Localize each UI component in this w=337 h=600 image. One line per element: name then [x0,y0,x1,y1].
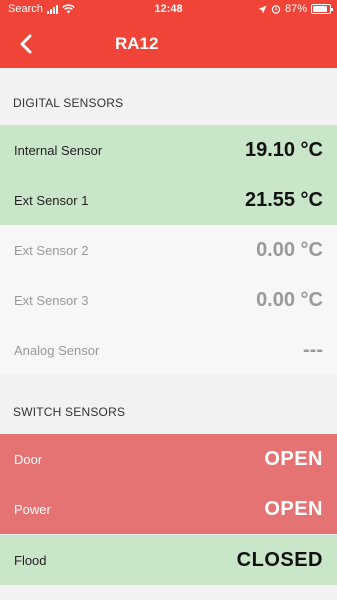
section-header-switch-sensors: SWITCH SENSORS [0,377,337,433]
page-title: RA12 [115,34,159,53]
status-bar: Search 12:48 87% [0,0,337,18]
back-button[interactable] [12,30,40,58]
section-title: SWITCH SENSORS [13,405,126,419]
switch-row-flood[interactable]: Flood CLOSED [0,535,337,585]
sensor-value: 0.00 °C [256,288,323,311]
sensor-label: Internal Sensor [14,142,103,158]
switch-state: CLOSED [236,548,323,571]
section-header-digital-sensors: DIGITAL SENSORS [0,68,337,124]
switch-state: OPEN [264,447,323,470]
sensor-label: Ext Sensor 3 [14,292,89,308]
status-right: 87% [258,3,333,15]
switch-label: Flood [14,552,47,568]
sensor-row-internal[interactable]: Internal Sensor 19.10 °C [0,125,337,175]
switch-label: Door [14,451,43,467]
switch-row-door[interactable]: Door OPEN [0,434,337,484]
sensor-row-ext-1[interactable]: Ext Sensor 1 21.55 °C [0,175,337,225]
sensor-row-ext-2[interactable]: Ext Sensor 2 0.00 °C [0,225,337,275]
battery-percent: 87% [284,3,307,15]
sensor-row-analog[interactable]: Analog Sensor --- [0,325,337,375]
sensor-label: Ext Sensor 1 [14,192,89,208]
switch-label: Power [14,501,51,517]
switch-row-power[interactable]: Power OPEN [0,484,337,534]
sensor-value: 0.00 °C [256,238,323,261]
location-arrow-icon [258,4,267,14]
battery-icon [311,4,333,14]
sensor-label: Analog Sensor [14,342,100,358]
switch-state: OPEN [264,497,323,520]
app-header: Search 12:48 87% RA12 [0,0,337,68]
chevron-left-icon [20,34,32,54]
sensor-row-ext-3[interactable]: Ext Sensor 3 0.00 °C [0,275,337,325]
sensor-label: Ext Sensor 2 [14,242,89,258]
sensor-value: 21.55 °C [244,188,323,211]
alarm-icon [271,5,281,14]
nav-bar: RA12 [0,20,337,68]
sensor-value: --- [303,338,323,361]
section-title: DIGITAL SENSORS [13,96,124,110]
sensor-value: 19.10 °C [244,138,323,161]
